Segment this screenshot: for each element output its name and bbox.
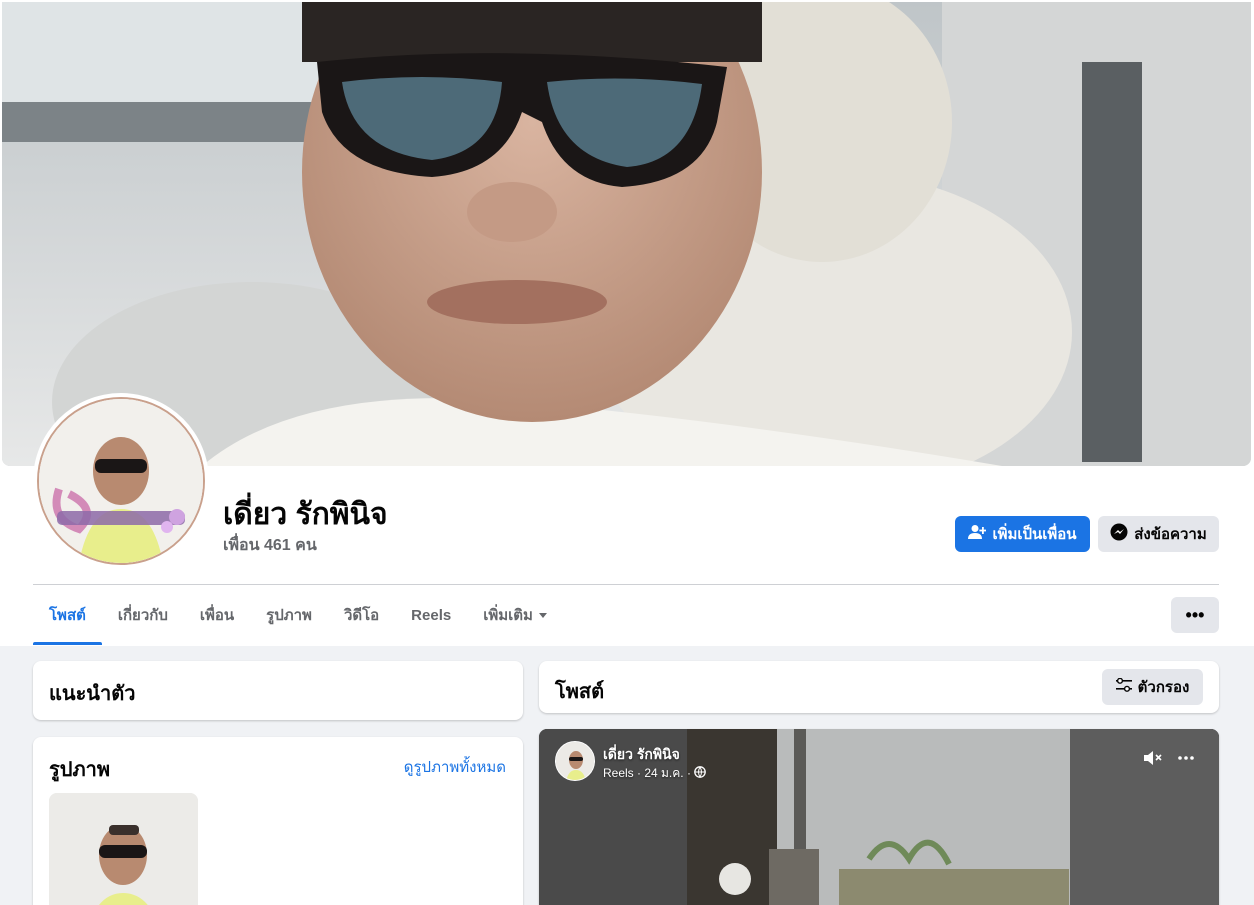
tab-label: รูปภาพ xyxy=(266,607,312,624)
more-options-button[interactable]: ••• xyxy=(1171,597,1219,633)
tab-label: Reels xyxy=(411,606,452,624)
post-controls xyxy=(1143,749,1195,772)
photos-card: รูปภาพ ดูรูปภาพทั้งหมด xyxy=(33,737,523,905)
intro-card: แนะนำตัว xyxy=(33,661,523,720)
mute-icon[interactable] xyxy=(1143,749,1163,772)
chevron-down-icon xyxy=(538,612,547,618)
see-all-photos-link[interactable]: ดูรูปภาพทั้งหมด xyxy=(404,755,506,779)
filter-icon xyxy=(1115,677,1132,696)
filter-label: ตัวกรอง xyxy=(1137,679,1190,696)
tab-photos[interactable]: รูปภาพ xyxy=(250,585,328,645)
more-icon: ••• xyxy=(1185,604,1205,625)
profile-name: เดี่ยว รักพินิจ xyxy=(223,498,388,531)
message-button[interactable]: ส่งข้อความ xyxy=(1098,516,1219,552)
post-author-name[interactable]: เดี่ยว รักพินิจ xyxy=(603,744,680,766)
add-friend-label: เพิ่มเป็นเพื่อน xyxy=(992,526,1077,543)
tab-more[interactable]: เพิ่มเติม xyxy=(467,585,563,645)
message-label: ส่งข้อความ xyxy=(1134,526,1207,543)
reel-post[interactable]: เดี่ยว รักพินิจ Reels · 24 ม.ค. · xyxy=(539,729,1219,905)
profile-tabs: โพสต์ เกี่ยวกับ เพื่อน รูปภาพ วิดีโอ Ree… xyxy=(33,585,563,645)
tab-label: เพิ่มเติม xyxy=(483,607,533,624)
tab-reels[interactable]: Reels xyxy=(395,585,467,645)
add-friend-button[interactable]: เพิ่มเป็นเพื่อน xyxy=(955,516,1090,552)
photo-thumbnail[interactable] xyxy=(49,793,198,905)
filter-button[interactable]: ตัวกรอง xyxy=(1102,669,1203,705)
posts-header-card: โพสต์ ตัวกรอง xyxy=(539,661,1219,713)
tab-label: เพื่อน xyxy=(199,607,235,624)
tab-label: โพสต์ xyxy=(49,607,86,624)
post-more-icon[interactable] xyxy=(1177,749,1195,772)
tab-friends[interactable]: เพื่อน xyxy=(184,585,250,645)
tab-videos[interactable]: วิดีโอ xyxy=(328,585,395,645)
profile-header: เดี่ยว รักพินิจ เพื่อน 461 คน เพิ่มเป็นเ… xyxy=(0,0,1254,646)
intro-title: แนะนำตัว xyxy=(49,683,136,705)
tab-about[interactable]: เกี่ยวกับ xyxy=(102,585,184,645)
tab-posts[interactable]: โพสต์ xyxy=(33,585,102,645)
globe-icon xyxy=(694,766,706,781)
post-meta-text: Reels · 24 ม.ค. · xyxy=(603,766,691,780)
add-friend-icon xyxy=(968,524,987,544)
tab-label: เกี่ยวกับ xyxy=(117,607,168,624)
messenger-icon xyxy=(1110,523,1128,545)
friend-count[interactable]: เพื่อน 461 คน xyxy=(223,533,317,558)
cover-photo[interactable] xyxy=(2,2,1251,466)
post-author-avatar[interactable] xyxy=(555,741,595,781)
tab-label: วิดีโอ xyxy=(343,607,380,624)
post-meta: Reels · 24 ม.ค. · xyxy=(603,764,706,783)
photos-title: รูปภาพ xyxy=(49,759,111,781)
profile-avatar[interactable] xyxy=(33,393,209,569)
posts-title: โพสต์ xyxy=(555,681,605,703)
